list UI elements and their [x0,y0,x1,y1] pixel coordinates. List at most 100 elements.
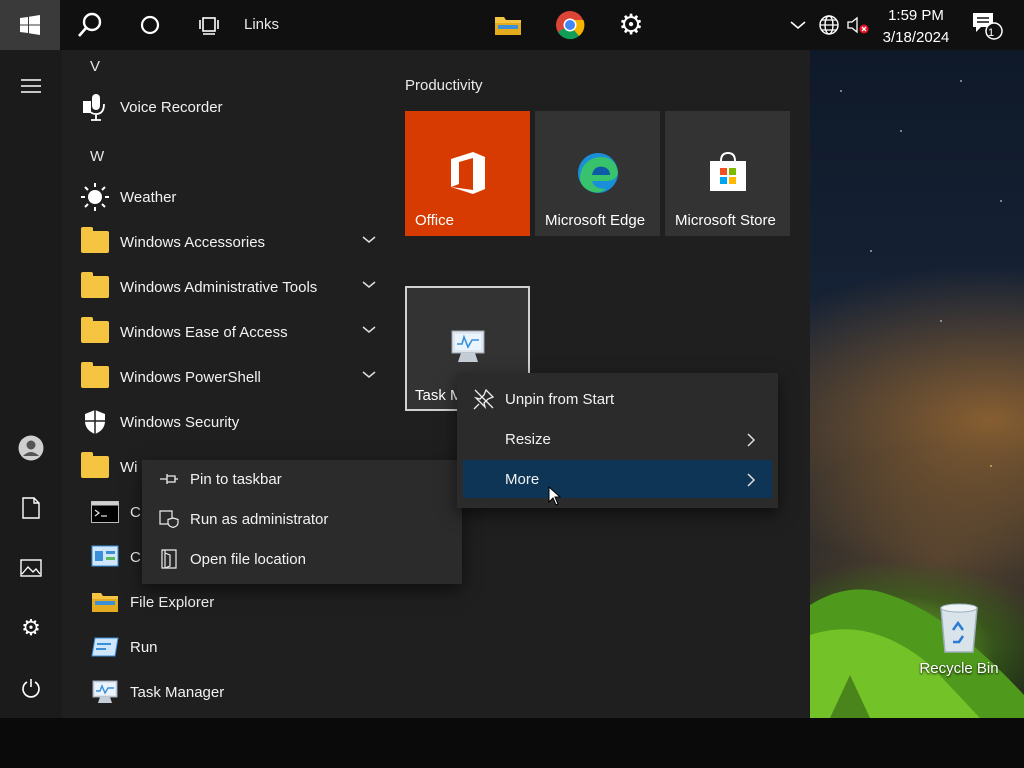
windows-logo-icon [20,15,40,35]
control-panel-icon [88,540,122,574]
folder-windows-ease-of-access[interactable]: Windows Ease of Access [78,312,388,352]
taskbar-file-explorer[interactable] [484,0,532,50]
app-file-explorer[interactable]: File Explorer [88,582,398,622]
search-button[interactable] [60,0,120,50]
notification-count-badge: 1 [987,27,995,39]
desktop-bottom-strip [0,718,1024,768]
tile-office[interactable]: Office [405,111,530,236]
taskbar-chrome[interactable] [546,0,594,50]
app-label: C [130,548,141,566]
globe-network-icon [819,15,839,35]
power-icon [22,679,40,698]
menu-item-label: Resize [505,430,551,448]
menu-item-label: Open file location [190,550,306,568]
store-bag-icon [709,151,746,191]
start-left-rail: ⚙ [0,50,62,718]
power-button[interactable] [0,666,62,710]
letter-header-w[interactable]: W [90,148,104,165]
volume-button[interactable] [844,0,872,50]
menu-item-open-file-location[interactable]: Open file location [148,540,456,578]
menu-item-label: More [505,470,540,488]
app-run[interactable]: Run [88,627,398,667]
chevron-down-icon [362,326,376,333]
document-icon [22,497,40,519]
menu-item-resize[interactable]: Resize [463,420,772,458]
microphone-icon [78,90,112,124]
taskbar-clock[interactable]: 1:59 PM 3/18/2024 [876,5,956,49]
taskbar-settings[interactable]: ⚙ [607,0,655,50]
run-icon [88,630,122,664]
app-label: Windows PowerShell [120,368,261,386]
letter-header-v[interactable]: V [90,58,100,75]
clock-date: 3/18/2024 [882,29,950,46]
tile-microsoft-edge[interactable]: Microsoft Edge [535,111,660,236]
menu-item-unpin-from-start[interactable]: Unpin from Start [463,380,772,418]
unpin-icon [473,388,495,410]
file-explorer-icon [495,17,521,35]
folder-icon [78,450,112,484]
folder-icon [78,315,112,349]
taskbar: Links ⚙ 1:59 PM 3/18/2024 1 [0,0,1024,50]
folder-windows-accessories[interactable]: Windows Accessories [78,222,388,262]
menu-item-label: Pin to taskbar [190,470,282,488]
tile-group-title[interactable]: Productivity [405,77,483,94]
folder-windows-powershell[interactable]: Windows PowerShell [78,357,388,397]
documents-button[interactable] [0,486,62,530]
task-manager-icon [88,675,122,709]
pictures-button[interactable] [0,546,62,590]
task-view-button[interactable] [180,0,240,50]
app-task-manager[interactable]: Task Manager [88,672,398,712]
command-prompt-icon [88,495,122,529]
user-account-button[interactable] [0,426,62,470]
folder-windows-administrative-tools[interactable]: Windows Administrative Tools [78,267,388,307]
menu-item-more[interactable]: More [463,460,772,498]
edge-logo-icon [577,153,618,193]
app-label: Windows Security [120,413,240,431]
recycle-bin[interactable]: Recycle Bin [916,600,1002,677]
start-button[interactable] [0,0,60,50]
folder-icon [78,270,112,304]
chevron-up-icon [790,21,806,30]
menu-item-label: Unpin from Start [505,390,615,408]
tile-label: Microsoft Edge [545,212,646,229]
volume-muted-icon [847,16,869,34]
cortana-button[interactable] [120,0,180,50]
cortana-circle-icon [140,15,160,35]
app-label: File Explorer [130,593,215,611]
file-explorer-icon [88,585,122,619]
hamburger-icon [21,79,41,93]
app-label: Windows Administrative Tools [120,278,318,296]
menu-item-run-as-administrator[interactable]: Run as administrator [148,500,456,538]
tile-microsoft-store[interactable]: Microsoft Store [665,111,790,236]
app-label: Weather [120,188,177,206]
chrome-icon [556,11,585,40]
chevron-down-icon [362,281,376,288]
settings-button[interactable]: ⚙ [0,606,62,650]
search-icon [78,12,102,37]
chevron-down-icon [362,371,376,378]
chevron-right-icon [747,473,756,487]
network-button[interactable] [816,0,842,50]
app-label: Task Manager [130,683,225,701]
task-manager-icon [451,330,484,362]
settings-gear-icon: ⚙ [21,615,41,640]
links-toolbar[interactable]: Links [244,16,279,33]
file-location-icon [161,549,177,569]
recycle-bin-icon [937,600,981,654]
show-hidden-icons-button[interactable] [786,0,810,50]
app-voice-recorder[interactable]: Voice Recorder [78,87,388,127]
pictures-icon [20,559,42,577]
app-label: Voice Recorder [120,98,223,116]
tile-context-menu: Unpin from Start Resize More [457,373,778,508]
app-weather[interactable]: Weather [78,177,388,217]
app-label: Run [130,638,158,656]
app-label: Windows Ease of Access [120,323,288,341]
user-avatar-icon [18,435,44,461]
app-windows-security[interactable]: Windows Security [78,402,388,442]
expand-menu-button[interactable] [0,64,62,108]
mouse-pointer-icon [548,486,562,506]
recycle-bin-label: Recycle Bin [919,660,999,677]
action-center-button[interactable]: 1 [962,0,1010,50]
task-view-icon [199,17,219,35]
menu-item-pin-to-taskbar[interactable]: Pin to taskbar [148,460,456,498]
